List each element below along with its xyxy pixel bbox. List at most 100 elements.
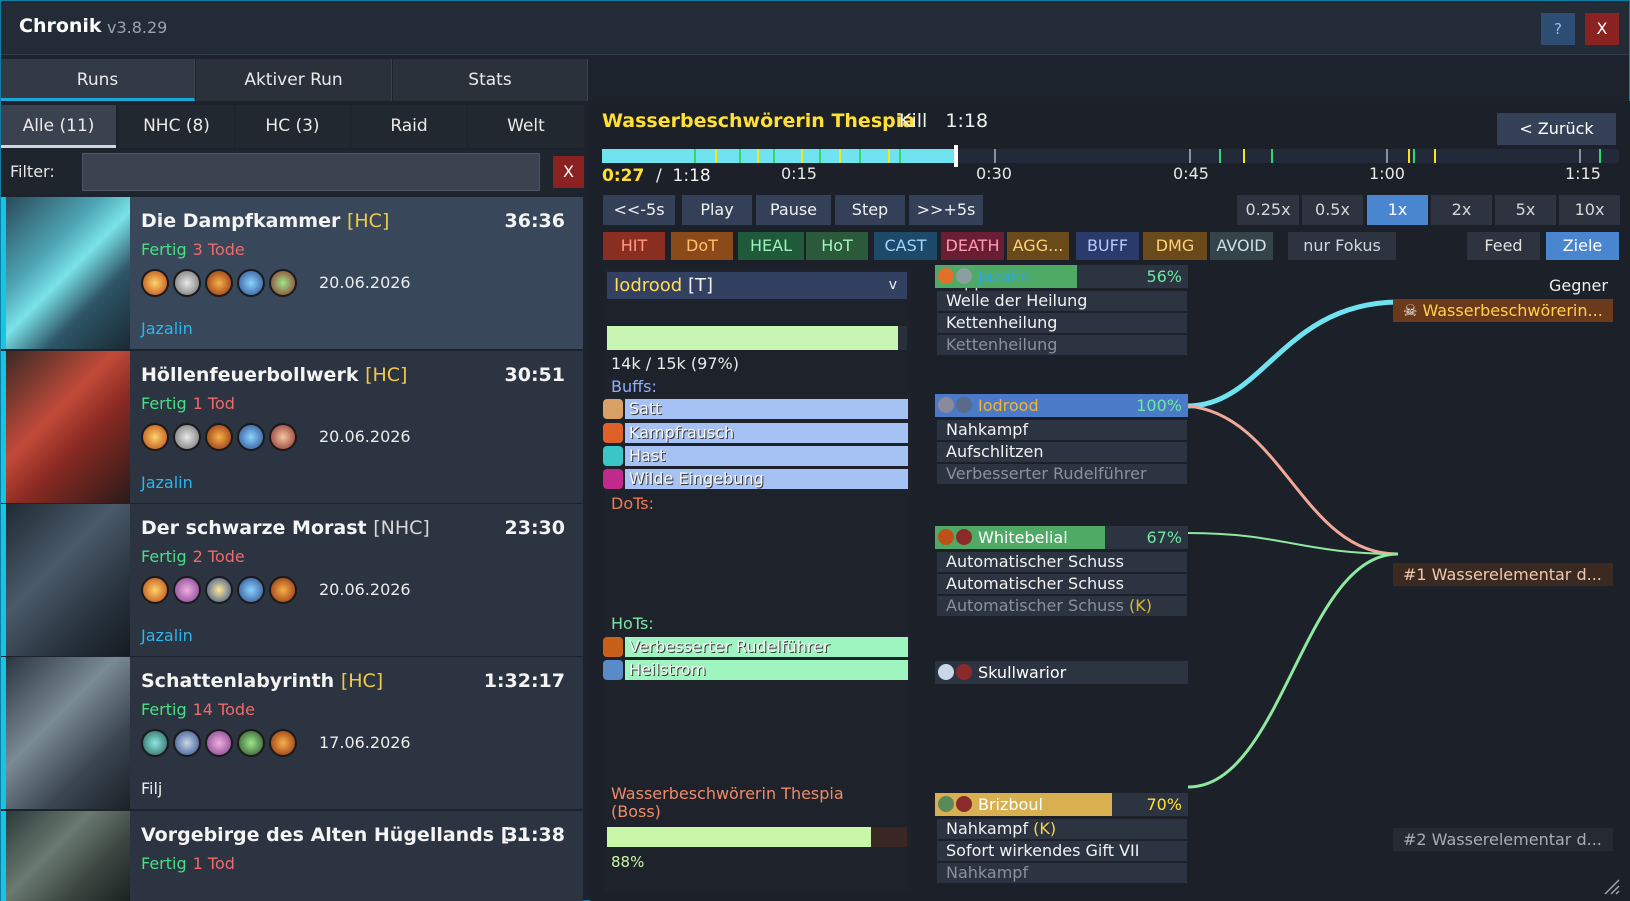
close-button[interactable]: X [1585,13,1619,45]
class-icon [237,729,265,757]
spell-row: Automatischer Schuss [937,552,1187,572]
filter-input[interactable] [82,153,540,191]
event-tick [819,149,821,163]
filter-tab-all[interactable]: Alle (11) [1,105,116,148]
filter-dot[interactable]: DoT [671,232,733,260]
enemy-boss[interactable]: ☠ Wasserbeschwörerin... [1393,299,1613,322]
time-label: 1:00 [1369,164,1405,183]
filter-aggro[interactable]: AGG... [1007,232,1069,260]
filter-focus-only[interactable]: nur Fokus [1288,232,1396,260]
event-tick [801,149,803,163]
poison-icon [938,796,954,812]
tab-aktiver-run[interactable]: Aktiver Run [196,59,392,101]
pause-button[interactable]: Pause [756,195,831,225]
run-name: Höllenfeuerbollwerk [HC] [141,364,408,386]
class-icon [205,423,233,451]
speed-5x[interactable]: 5x [1495,195,1556,225]
bread-icon [603,399,623,419]
party-member[interactable]: Iodrood 100% [935,394,1188,417]
filter-tab-hc[interactable]: HC (3) [235,105,350,148]
paw-icon [603,469,623,489]
step-button[interactable]: Step [835,195,905,225]
party-member[interactable]: Whitebelial 67% [935,526,1188,549]
run-card[interactable]: Schattenlabyrinth [HC] 1:32:17 Fertig 14 … [1,657,583,809]
run-player: Jazalin [141,626,193,645]
event-tick [888,149,890,163]
run-name: Vorgebirge des Alten Hügellands [... [141,824,532,846]
resize-grip-icon[interactable] [1601,876,1621,896]
buff-row: Hast [603,446,908,466]
playhead[interactable] [954,145,958,167]
unit-select[interactable]: Iodrood [T] v [607,272,907,299]
speed-1x[interactable]: 1x [1367,195,1428,225]
run-date: 20.06.2026 [319,580,411,599]
speed-2x[interactable]: 2x [1431,195,1492,225]
filter-hot[interactable]: HoT [806,232,868,260]
view-targets[interactable]: Ziele [1546,232,1619,260]
help-button[interactable]: ? [1541,13,1575,45]
timeline-progress [602,149,954,163]
party-member[interactable]: Brizboul 70% [935,793,1188,816]
dagger-icon [956,529,972,545]
run-player: Jazalin [141,319,193,338]
run-status: Fertig 2 Tode [141,547,245,566]
party-member[interactable]: Jazalin 56% [935,265,1188,288]
speed-0.25x[interactable]: 0.25x [1237,195,1299,225]
filter-tab-nhc[interactable]: NHC (8) [119,105,234,148]
run-name: Die Dampfkammer [HC] [141,210,390,232]
class-icon [173,576,201,604]
unit-health-bar [607,326,898,350]
target-name: Wasserbeschwörerin Thespia (Boss) [611,784,844,821]
filter-cast[interactable]: CAST [874,232,937,260]
event-tick [1271,149,1273,163]
run-card[interactable]: Der schwarze Morast [NHC] 23:30 Fertig 2 … [1,504,583,656]
rewind-button[interactable]: <<-5s [603,195,675,225]
boss-portrait [6,811,130,901]
filter-heal[interactable]: HEAL [738,232,804,260]
filter-buff[interactable]: BUFF [1076,232,1139,260]
tab-runs[interactable]: Runs [1,59,195,101]
speed-0.5x[interactable]: 0.5x [1302,195,1363,225]
event-tick [694,149,696,163]
filter-clear-button[interactable]: X [553,156,584,188]
run-card[interactable]: Die Dampfkammer [HC] 36:36 Fertig 3 Tode … [1,197,583,349]
member-name: Brizboul [978,795,1043,814]
filter-tab-raid[interactable]: Raid [351,105,467,148]
class-icon [173,729,201,757]
forward-button[interactable]: >>+5s [909,195,983,225]
member-name: Whitebelial [978,528,1068,547]
enemy-add[interactable]: #1 Wasserelementar d... [1393,563,1613,586]
sword-icon [938,664,954,680]
enemy-add[interactable]: #2 Wasserelementar d... [1393,828,1613,851]
target-health-percent: 88% [611,853,645,871]
party-icons [141,423,301,453]
run-status: Fertig 14 Tode [141,700,255,719]
spell-row: Kettenheilung [937,335,1187,355]
class-icon [269,729,297,757]
back-button[interactable]: < Zurück [1497,113,1616,145]
tab-stats[interactable]: Stats [393,59,588,101]
member-health-percent: 100% [1136,396,1182,415]
run-card[interactable]: Höllenfeuerbollwerk [HC] 30:51 Fertig 1 T… [1,351,583,503]
buff-row: Wilde Eingebung [603,469,908,489]
filter-hit[interactable]: HIT [603,232,665,260]
speed-10x[interactable]: 10x [1559,195,1620,225]
run-player: Jazalin [141,473,193,492]
filter-death[interactable]: DEATH [941,232,1004,260]
hot-row: Heilstrom [603,660,908,680]
event-tick [1408,149,1410,163]
title-bar [1,1,1629,55]
filter-avoid[interactable]: AVOID [1210,232,1273,260]
run-card[interactable]: Vorgebirge des Alten Hügellands [... 31:… [1,811,583,901]
hot-row: Verbesserter Rudelführer [603,637,908,657]
target-health-bar [607,827,871,847]
shield-icon [956,268,972,284]
event-tick [715,149,717,163]
play-button[interactable]: Play [682,195,752,225]
view-feed[interactable]: Feed [1467,232,1540,260]
party-member[interactable]: Skullwarior [935,661,1188,684]
filter-tab-welt[interactable]: Welt [468,105,584,148]
member-health-percent: 67% [1146,528,1182,547]
unit-health-text: 14k / 15k (97%) [611,354,739,373]
filter-dmg[interactable]: DMG [1143,232,1207,260]
